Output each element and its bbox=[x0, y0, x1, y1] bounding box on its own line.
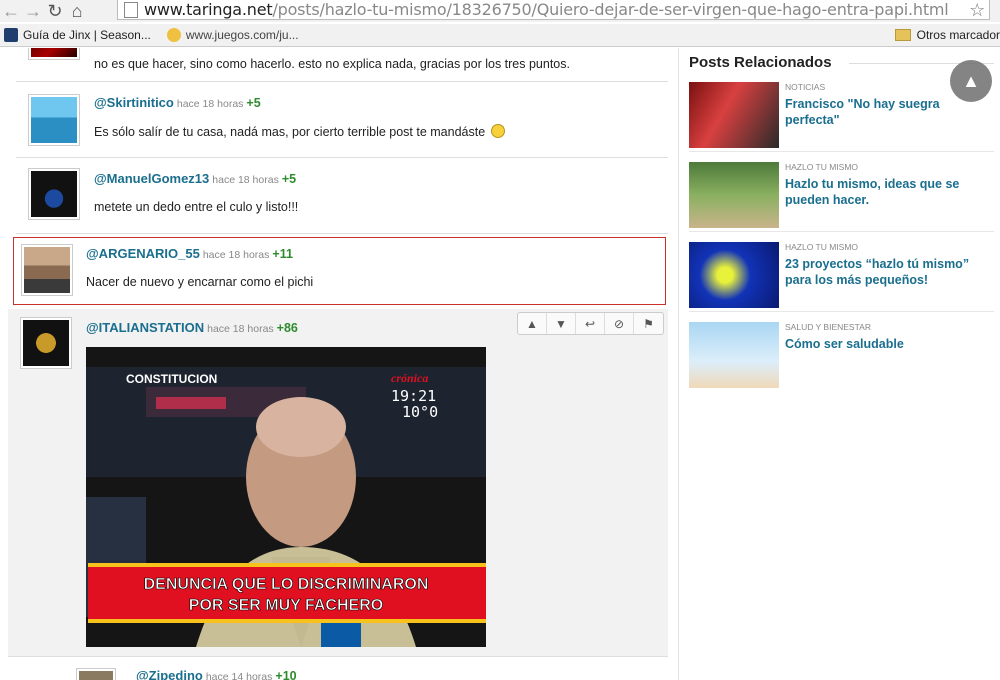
reload-icon[interactable]: ↻ bbox=[44, 0, 66, 22]
bookmark-label: Guía de Jinx | Season... bbox=[23, 28, 151, 42]
url-path: /posts/hazlo-tu-mismo/18326750/Quiero-de… bbox=[272, 0, 949, 19]
comment-time: hace 18 horas bbox=[202, 249, 270, 261]
username[interactable]: @ITALIANSTATION bbox=[86, 320, 204, 335]
comment-header: @Skirtinitico hace 18 horas +5 bbox=[94, 95, 261, 110]
related-posts-sidebar: Posts Relacionados NOTICIAS Francisco "N… bbox=[678, 48, 1000, 680]
emoji-icon bbox=[490, 124, 505, 138]
scroll-to-top-button[interactable]: ▲ bbox=[950, 60, 992, 102]
comment-header: @ManuelGomez13 hace 18 horas +5 bbox=[94, 171, 296, 186]
reply-icon[interactable]: ↩ bbox=[576, 313, 605, 334]
post-category: SALUD Y BIENESTAR bbox=[785, 322, 871, 332]
back-arrow-icon[interactable]: ← bbox=[0, 0, 22, 22]
other-bookmarks-label: Otros marcador bbox=[916, 28, 1000, 42]
page-icon bbox=[124, 1, 138, 18]
flag-icon[interactable]: ⚑ bbox=[634, 313, 663, 334]
comment-image[interactable]: CONSTITUCION crónica 19:21 10°0 DENUNCIA… bbox=[86, 347, 486, 647]
bookmark-star-icon[interactable]: ☆ bbox=[969, 0, 985, 19]
bookmark-label: www.juegos.com/ju... bbox=[185, 28, 299, 42]
comment-text: Es sólo salír de tu casa, nadá mas, por … bbox=[94, 124, 505, 139]
comment-time: hace 18 horas bbox=[207, 323, 274, 335]
avatar[interactable] bbox=[28, 94, 80, 146]
comment-text: Nacer de nuevo y encarnar como el pichi bbox=[86, 275, 314, 289]
sidebar-title: Posts Relacionados bbox=[689, 54, 832, 71]
thumbs-up-icon[interactable]: ▲ bbox=[518, 313, 547, 334]
avatar[interactable] bbox=[76, 668, 116, 680]
username[interactable]: @ManuelGomez13 bbox=[94, 171, 209, 186]
caption-line-2: POR SER MUY FACHERO bbox=[189, 597, 383, 614]
comment-header: @Zipedino hace 14 horas +10 bbox=[136, 668, 297, 680]
post-title[interactable]: Francisco "No hay suegra perfecta" bbox=[785, 96, 990, 128]
username[interactable]: @Skirtinitico bbox=[94, 95, 174, 110]
comment-text: metete un dedo entre el culo y listo!!! bbox=[94, 200, 299, 214]
comment-time: hace 14 horas bbox=[205, 671, 273, 680]
comment-score: +5 bbox=[246, 96, 261, 110]
avatar[interactable] bbox=[20, 317, 72, 369]
thumbs-down-icon[interactable]: ▼ bbox=[547, 313, 576, 334]
channel-label: crónica bbox=[391, 371, 428, 385]
comment-item-highlighted: @ARGENARIO_55 hace 18 horas +11 Nacer de n… bbox=[13, 237, 666, 305]
address-bar[interactable]: www.taringa.net/posts/hazlo-tu-mismo/183… bbox=[117, 0, 990, 20]
bookmark-guia-jinx[interactable]: Guía de Jinx | Season... bbox=[4, 28, 151, 42]
related-post[interactable]: SALUD Y BIENESTAR Cómo ser saludable bbox=[689, 318, 994, 392]
comment-header: @ARGENARIO_55 hace 18 horas +11 bbox=[86, 246, 293, 261]
comment-item: @Skirtinitico hace 18 horas +5 Es sólo sal… bbox=[16, 82, 668, 158]
avatar[interactable] bbox=[21, 244, 73, 296]
comment-header: @ITALIANSTATION hace 18 horas +86 bbox=[86, 320, 298, 335]
news-screenshot: CONSTITUCION crónica 19:21 10°0 DENUNCIA… bbox=[86, 347, 486, 647]
related-post[interactable]: NOTICIAS Francisco "No hay suegra perfec… bbox=[689, 78, 994, 152]
other-bookmarks[interactable]: Otros marcador bbox=[894, 28, 1000, 42]
username[interactable]: @ARGENARIO_55 bbox=[86, 246, 200, 261]
post-thumbnail[interactable] bbox=[689, 242, 779, 308]
post-category: HAZLO TU MISMO bbox=[785, 242, 859, 252]
post-thumbnail[interactable] bbox=[689, 322, 779, 388]
comment-time: hace 18 horas bbox=[176, 98, 244, 110]
post-thumbnail[interactable] bbox=[689, 162, 779, 228]
post-title[interactable]: 23 proyectos “hazlo tú mismo” para los m… bbox=[785, 256, 990, 288]
comment-score: +5 bbox=[281, 172, 297, 186]
avatar[interactable] bbox=[28, 168, 80, 220]
folder-icon bbox=[894, 29, 911, 41]
comment-body: Es sólo salír de tu casa, nadá mas, por … bbox=[94, 125, 486, 139]
block-icon[interactable]: ⊘ bbox=[605, 313, 634, 334]
comment-actions: ▲ ▼ ↩ ⊘ ⚑ bbox=[517, 312, 664, 335]
comment-score: +86 bbox=[276, 321, 298, 335]
avatar[interactable] bbox=[28, 48, 80, 60]
comment-item: @ITALIANSTATION hace 18 horas +86 ▲ ▼ ↩ ⊘ … bbox=[8, 309, 668, 657]
username[interactable]: @Zipedino bbox=[136, 668, 203, 680]
post-category: HAZLO TU MISMO bbox=[785, 162, 859, 172]
post-title[interactable]: Hazlo tu mismo, ideas que se pueden hace… bbox=[785, 176, 990, 208]
station-label: CONSTITUCION bbox=[126, 372, 217, 386]
post-title[interactable]: Cómo ser saludable bbox=[785, 336, 990, 352]
temperature-label: 10°0 bbox=[402, 403, 438, 421]
page-content: no es que hacer, sino como hacerlo. esto… bbox=[0, 48, 1000, 680]
bookmarks-bar: Guía de Jinx | Season... www.juegos.com/… bbox=[0, 24, 1000, 47]
forward-arrow-icon[interactable]: → bbox=[22, 0, 44, 22]
caption-line-1: DENUNCIA QUE LO DISCRIMINARON bbox=[144, 576, 429, 593]
s-favicon-icon bbox=[4, 28, 18, 42]
post-thumbnail[interactable] bbox=[689, 82, 779, 148]
comment-text: no es que hacer, sino como hacerlo. esto… bbox=[94, 57, 570, 71]
comment-score: +10 bbox=[275, 669, 297, 680]
post-category: NOTICIAS bbox=[785, 82, 826, 92]
comment-item: @ManuelGomez13 hace 18 horas +5 metete un … bbox=[16, 158, 668, 234]
chevron-up-icon: ▲ bbox=[962, 70, 980, 91]
comment-item: no es que hacer, sino como hacerlo. esto… bbox=[16, 48, 668, 82]
url-host: www.taringa.net bbox=[144, 0, 273, 19]
related-post[interactable]: HAZLO TU MISMO Hazlo tu mismo, ideas que… bbox=[689, 158, 994, 232]
comment-item: @Zipedino hace 14 horas +10 bbox=[16, 668, 668, 680]
comment-score: +11 bbox=[272, 247, 293, 261]
bookmark-juegos[interactable]: www.juegos.com/ju... bbox=[166, 28, 299, 42]
home-icon[interactable]: ⌂ bbox=[66, 0, 88, 22]
smiley-favicon-icon bbox=[166, 28, 181, 42]
related-post[interactable]: HAZLO TU MISMO 23 proyectos “hazlo tú mi… bbox=[689, 238, 994, 312]
comment-time: hace 18 horas bbox=[212, 174, 279, 186]
